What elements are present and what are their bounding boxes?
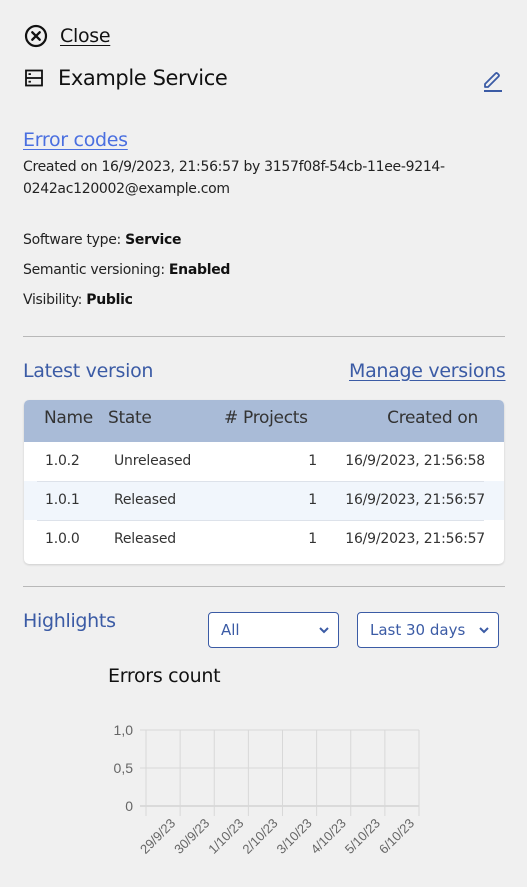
divider (23, 586, 505, 587)
edit-pencil-icon[interactable] (481, 70, 503, 94)
x-tick-label: 3/10/23 (273, 816, 314, 857)
chevron-down-icon (319, 627, 329, 634)
version-projects: 1 (308, 492, 317, 508)
x-tick-label: 30/9/23 (171, 816, 212, 857)
visibility-label: Visibility: (23, 292, 83, 308)
column-header-state[interactable]: State (108, 408, 152, 428)
semver-value: Enabled (168, 262, 231, 278)
x-tick-label: 29/9/23 (137, 816, 178, 857)
period-select[interactable]: Last 30 days (357, 612, 499, 648)
version-created: 16/9/2023, 21:56:57 (345, 492, 485, 508)
chart-title: Errors count (108, 665, 221, 687)
version-projects: 1 (308, 453, 317, 469)
version-name: 1.0.0 (45, 531, 80, 547)
filter-select-value: All (221, 621, 240, 639)
x-tick-label: 1/10/23 (205, 816, 246, 857)
version-state: Unreleased (114, 453, 192, 469)
version-projects: 1 (308, 531, 317, 547)
table-row[interactable]: 1.0.2 Unreleased 1 16/9/2023, 21:56:58 (24, 442, 504, 481)
table-row[interactable]: 1.0.0 Released 1 16/9/2023, 21:56:57 (24, 520, 504, 559)
x-tick-label: 4/10/23 (308, 816, 349, 857)
divider (23, 336, 505, 337)
table-row[interactable]: 1.0.1 Released 1 16/9/2023, 21:56:57 (24, 481, 504, 520)
semantic-versioning: Semantic versioning: Enabled (23, 262, 230, 278)
software-type-value: Service (125, 232, 182, 248)
period-select-value: Last 30 days (370, 621, 466, 639)
x-tick-label: 6/10/23 (376, 816, 417, 857)
filter-select[interactable]: All (208, 612, 339, 648)
version-name: 1.0.2 (45, 453, 80, 469)
version-created: 16/9/2023, 21:56:57 (345, 531, 485, 547)
row-divider (37, 520, 484, 521)
y-tick-label: 0 (125, 798, 133, 814)
x-tick-label: 2/10/23 (239, 816, 280, 857)
column-header-created[interactable]: Created on (387, 408, 478, 428)
version-state: Released (114, 531, 176, 547)
errors-count-chart: 0 0,5 1,0 29/9/2330/9/231/10/232/10/233/10… (114, 722, 420, 857)
version-created: 16/9/2023, 21:56:58 (345, 453, 485, 469)
visibility-value: Public (86, 292, 133, 308)
highlights-title: Highlights (23, 610, 116, 632)
error-codes-link[interactable]: Error codes (23, 129, 128, 151)
y-axis-ticks: 0 0,5 1,0 (114, 722, 134, 814)
created-info: Created on 16/9/2023, 21:56:57 by 3157f0… (23, 159, 445, 197)
page-title: Example Service (58, 66, 228, 90)
y-tick-label: 0,5 (114, 760, 134, 776)
column-header-name[interactable]: Name (44, 408, 93, 428)
visibility: Visibility: Public (23, 292, 133, 308)
semver-label: Semantic versioning: (23, 262, 165, 278)
page-title-row: Example Service (24, 66, 228, 90)
close-link[interactable]: Close (60, 25, 111, 47)
column-header-projects[interactable]: # Projects (224, 408, 308, 428)
chevron-down-icon (479, 627, 489, 634)
version-state: Released (114, 492, 176, 508)
y-tick-label: 1,0 (114, 722, 134, 738)
version-name: 1.0.1 (45, 492, 80, 508)
latest-version-title: Latest version (23, 360, 154, 382)
close-button[interactable]: Close (24, 24, 111, 48)
software-type: Software type: Service (23, 232, 182, 248)
x-tick-label: 5/10/23 (342, 816, 383, 857)
close-circle-icon (24, 24, 48, 48)
chart-grid (140, 729, 420, 816)
versions-table: Name State # Projects Created on 1.0.2 U… (24, 400, 504, 564)
manage-versions-link[interactable]: Manage versions (349, 360, 506, 382)
x-axis-ticks: 29/9/2330/9/231/10/232/10/233/10/234/10/… (137, 816, 417, 857)
service-icon (25, 69, 43, 87)
row-divider (37, 481, 484, 482)
table-header: Name State # Projects Created on (24, 400, 504, 442)
software-type-label: Software type: (23, 232, 121, 248)
